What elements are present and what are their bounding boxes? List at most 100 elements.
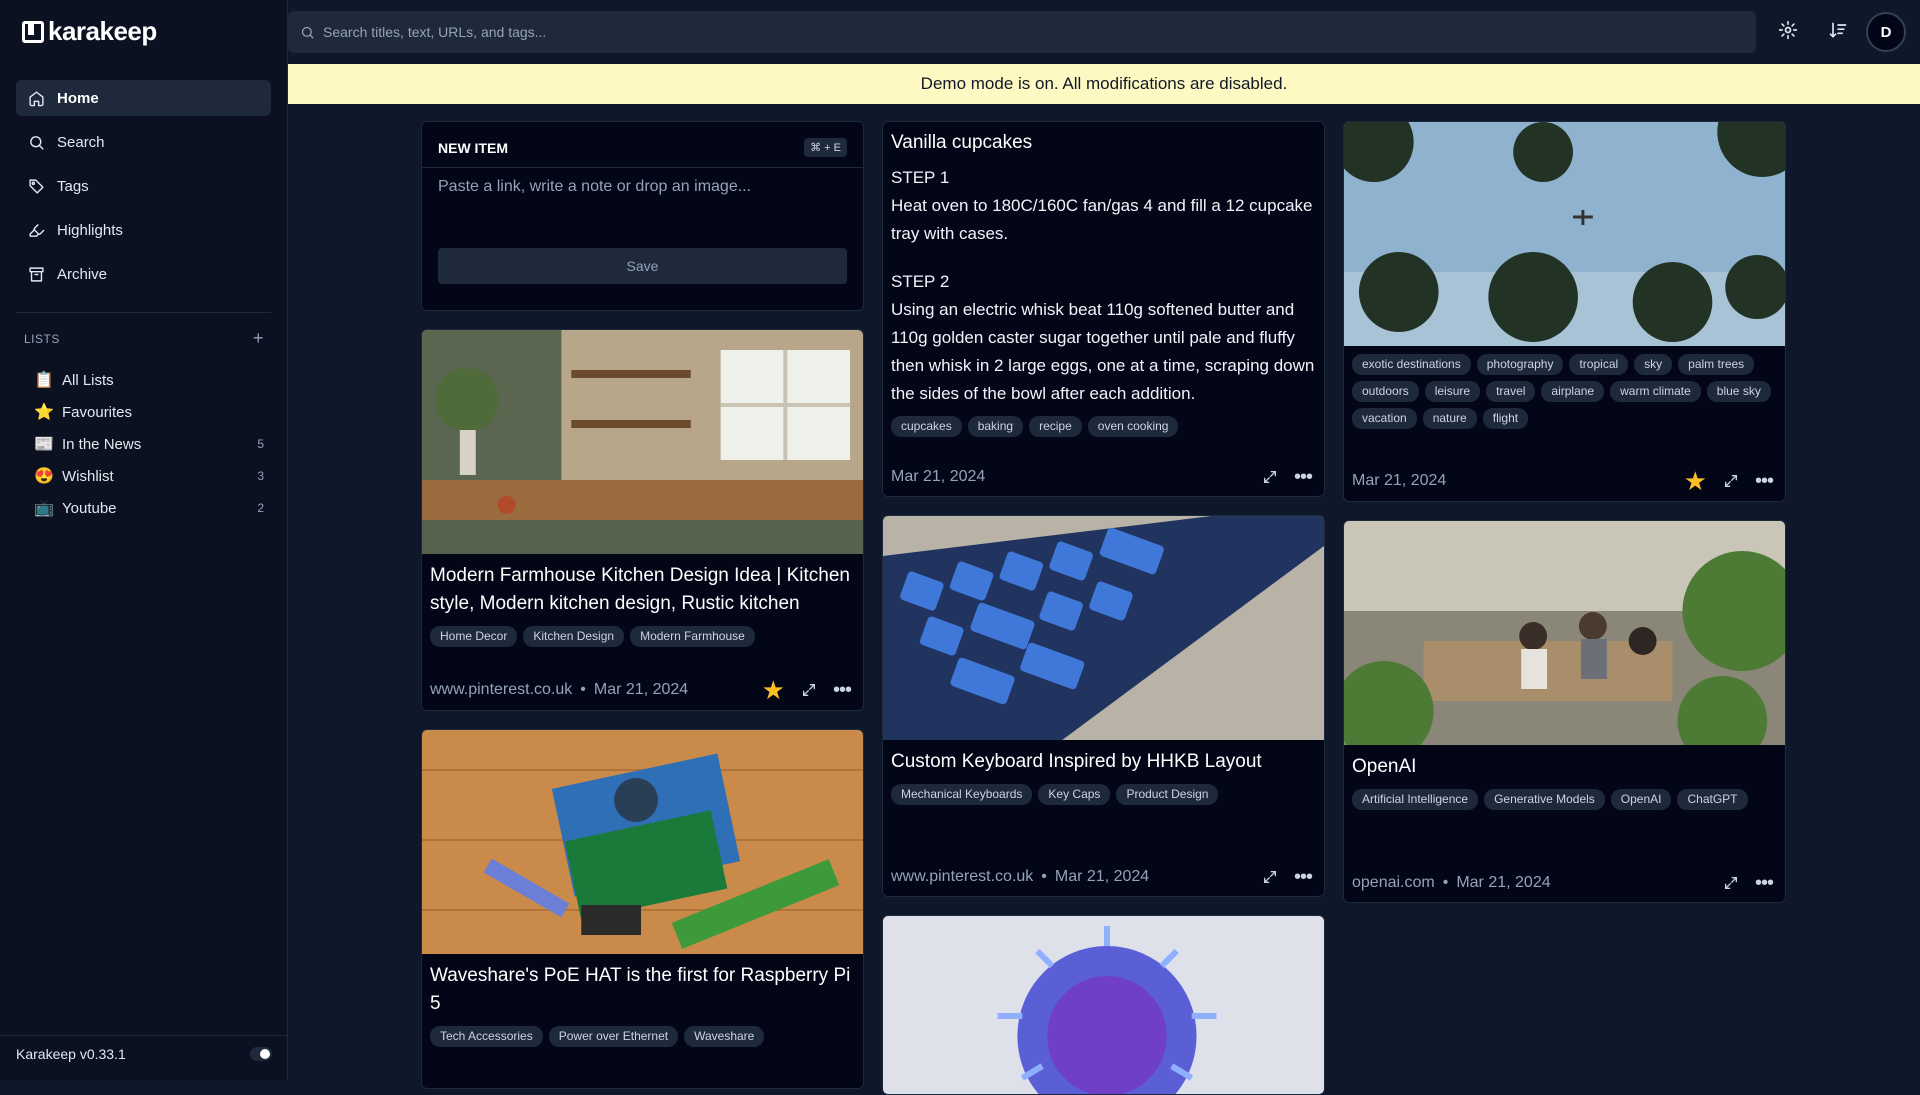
card-title[interactable]: Custom Keyboard Inspired by HHKB Layout xyxy=(891,748,1316,776)
tag[interactable]: outdoors xyxy=(1352,381,1419,402)
nav-label: Archive xyxy=(57,265,108,283)
tag[interactable]: vacation xyxy=(1352,408,1417,429)
bookmark-card-crystal[interactable] xyxy=(882,915,1325,1095)
card-source[interactable]: www.pinterest.co.uk xyxy=(430,681,572,699)
card-date: Mar 21, 2024 xyxy=(1352,472,1447,489)
tag[interactable]: Modern Farmhouse xyxy=(630,626,755,647)
user-avatar[interactable]: D xyxy=(1866,12,1906,52)
nav-archive[interactable]: Archive xyxy=(16,256,271,292)
tag[interactable]: Waveshare xyxy=(684,1026,765,1047)
favourite-star-icon[interactable]: ★ xyxy=(1684,468,1707,494)
tag[interactable]: photography xyxy=(1476,354,1564,375)
sort-button[interactable] xyxy=(1828,20,1850,42)
tag[interactable]: Power over Ethernet xyxy=(548,1026,679,1047)
expand-icon[interactable] xyxy=(801,682,817,698)
tag-list: exotic destinations photography tropical… xyxy=(1352,354,1777,429)
tag[interactable]: Mechanical Keyboards xyxy=(891,784,1033,805)
nav-home[interactable]: Home xyxy=(16,80,271,116)
list-label: In the News xyxy=(62,435,142,453)
bookmark-card-waveshare[interactable]: Waveshare's PoE HAT is the first for Ras… xyxy=(421,729,864,1089)
bookmark-card-keyboard[interactable]: Custom Keyboard Inspired by HHKB Layout … xyxy=(882,515,1325,897)
card-title[interactable]: OpenAI xyxy=(1352,753,1777,781)
tag[interactable]: blue sky xyxy=(1706,381,1771,402)
card-source[interactable]: www.pinterest.co.uk xyxy=(891,868,1033,886)
palm-trees-thumbnail[interactable] xyxy=(1344,122,1785,346)
list-item-youtube[interactable]: 📺 Youtube 2 xyxy=(34,492,264,524)
tag[interactable]: travel xyxy=(1486,381,1536,402)
nav-tags[interactable]: Tags xyxy=(16,168,271,204)
tag[interactable]: oven cooking xyxy=(1087,416,1179,437)
expand-icon[interactable] xyxy=(1262,869,1278,885)
tag[interactable]: leisure xyxy=(1424,381,1481,402)
card-title[interactable]: Waveshare's PoE HAT is the first for Ras… xyxy=(430,962,855,1018)
bookmark-card-palms[interactable]: exotic destinations photography tropical… xyxy=(1343,121,1786,502)
more-options-icon[interactable]: ••• xyxy=(1755,873,1774,893)
search-icon xyxy=(301,26,314,39)
nav-search[interactable]: Search xyxy=(16,124,271,160)
waveshare-thumbnail[interactable] xyxy=(422,730,863,954)
kitchen-thumbnail[interactable] xyxy=(422,330,863,554)
tag[interactable]: exotic destinations xyxy=(1352,354,1471,375)
favourite-star-icon[interactable]: ★ xyxy=(762,677,785,703)
add-list-button[interactable]: + xyxy=(253,329,264,347)
tag[interactable]: sky xyxy=(1634,354,1673,375)
bookmark-card-openai[interactable]: OpenAI Artificial Intelligence Generativ… xyxy=(1343,520,1786,903)
keyboard-thumbnail[interactable] xyxy=(883,516,1324,740)
search-input[interactable]: Search titles, text, URLs, and tags... xyxy=(288,11,1756,53)
app-logo[interactable]: karakeep xyxy=(22,16,157,47)
list-count: 3 xyxy=(257,469,264,483)
new-item-header: NEW ITEM ⌘ + E xyxy=(422,122,863,168)
list-item-favourites[interactable]: ⭐ Favourites xyxy=(34,396,264,428)
card-source[interactable]: openai.com xyxy=(1352,874,1435,892)
theme-toggle[interactable] xyxy=(250,1047,272,1061)
newspaper-icon: 📰 xyxy=(34,436,54,453)
tag[interactable]: recipe xyxy=(1029,416,1082,437)
tag[interactable]: Generative Models xyxy=(1484,789,1605,810)
more-options-icon[interactable]: ••• xyxy=(1294,467,1313,487)
settings-button[interactable] xyxy=(1778,20,1800,42)
crystal-thumbnail[interactable] xyxy=(883,916,1324,1095)
tag[interactable]: baking xyxy=(967,416,1024,437)
list-item-all-lists[interactable]: 📋 All Lists xyxy=(34,364,264,396)
tag[interactable]: Kitchen Design xyxy=(523,626,625,647)
more-options-icon[interactable]: ••• xyxy=(833,680,852,700)
tag[interactable]: warm climate xyxy=(1610,381,1701,402)
tag[interactable]: nature xyxy=(1422,408,1477,429)
tag[interactable]: Product Design xyxy=(1116,784,1219,805)
bookmark-card-kitchen[interactable]: Modern Farmhouse Kitchen Design Idea | K… xyxy=(421,329,864,711)
tag[interactable]: palm trees xyxy=(1678,354,1755,375)
card-footer: Mar 21, 2024 ••• xyxy=(891,467,1313,487)
tag[interactable]: flight xyxy=(1482,408,1529,429)
gear-icon xyxy=(1778,20,1798,40)
tag[interactable]: Artificial Intelligence xyxy=(1352,789,1479,810)
list-item-in-the-news[interactable]: 📰 In the News 5 xyxy=(34,428,264,460)
list-item-wishlist[interactable]: 😍 Wishlist 3 xyxy=(34,460,264,492)
step-text: Using an electric whisk beat 110g soften… xyxy=(891,300,1315,403)
demo-banner: Demo mode is on. All modifications are d… xyxy=(288,64,1920,104)
tag[interactable]: cupcakes xyxy=(891,416,962,437)
tag[interactable]: ChatGPT xyxy=(1677,789,1748,810)
expand-icon[interactable] xyxy=(1262,469,1278,485)
expand-icon[interactable] xyxy=(1723,875,1739,891)
note-card-cupcakes[interactable]: Vanilla cupcakes STEP 1 Heat oven to 180… xyxy=(882,121,1325,497)
new-item-input[interactable]: Paste a link, write a note or drop an im… xyxy=(422,168,863,248)
tag[interactable]: Tech Accessories xyxy=(430,1026,543,1047)
expand-icon[interactable] xyxy=(1723,473,1739,489)
openai-thumbnail[interactable] xyxy=(1344,521,1785,745)
more-options-icon[interactable]: ••• xyxy=(1755,471,1774,491)
save-button[interactable]: Save xyxy=(438,248,847,284)
tag[interactable]: OpenAI xyxy=(1610,789,1672,810)
tag[interactable]: tropical xyxy=(1569,354,1629,375)
tag[interactable]: airplane xyxy=(1541,381,1605,402)
list-label: Wishlist xyxy=(62,467,114,485)
nav-label: Highlights xyxy=(57,221,123,239)
lists: 📋 All Lists ⭐ Favourites 📰 In the News 5… xyxy=(34,364,264,524)
nav-highlights[interactable]: Highlights xyxy=(16,212,271,248)
card-date: Mar 21, 2024 xyxy=(1456,874,1551,891)
tag[interactable]: Home Decor xyxy=(430,626,518,647)
sidebar: karakeep Home Search Tags Highlights Arc… xyxy=(0,0,288,1080)
tag[interactable]: Key Caps xyxy=(1038,784,1111,805)
card-title[interactable]: Modern Farmhouse Kitchen Design Idea | K… xyxy=(430,562,855,618)
more-options-icon[interactable]: ••• xyxy=(1294,867,1313,887)
search-placeholder: Search titles, text, URLs, and tags... xyxy=(323,24,547,40)
